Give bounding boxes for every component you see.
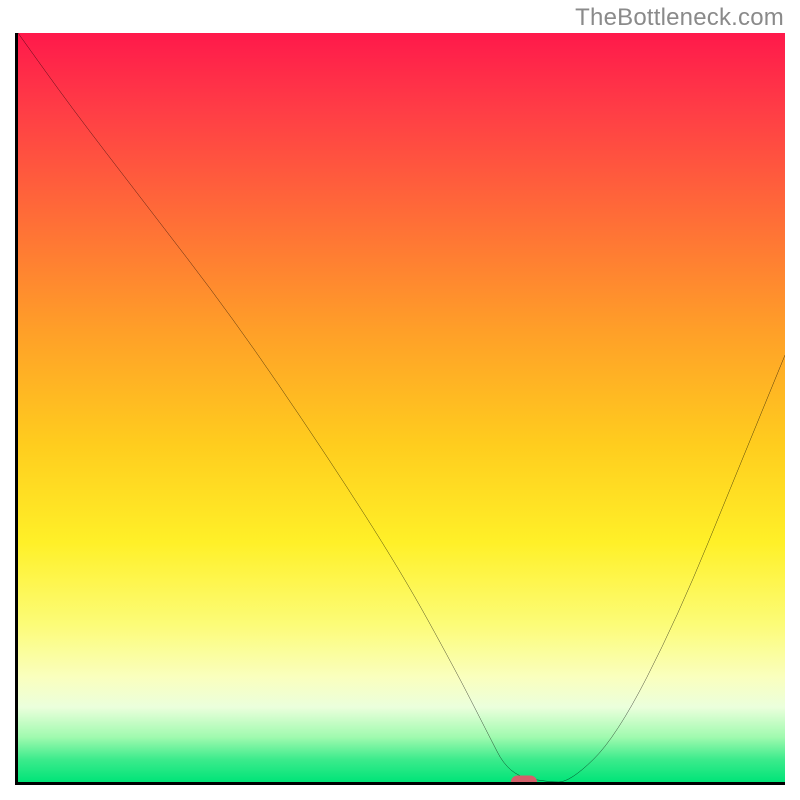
optimal-point-marker <box>511 776 537 786</box>
attribution-watermark: TheBottleneck.com <box>575 4 784 32</box>
bottleneck-curve <box>18 33 785 782</box>
chart-container: TheBottleneck.com <box>0 0 800 800</box>
plot-area <box>15 33 785 785</box>
